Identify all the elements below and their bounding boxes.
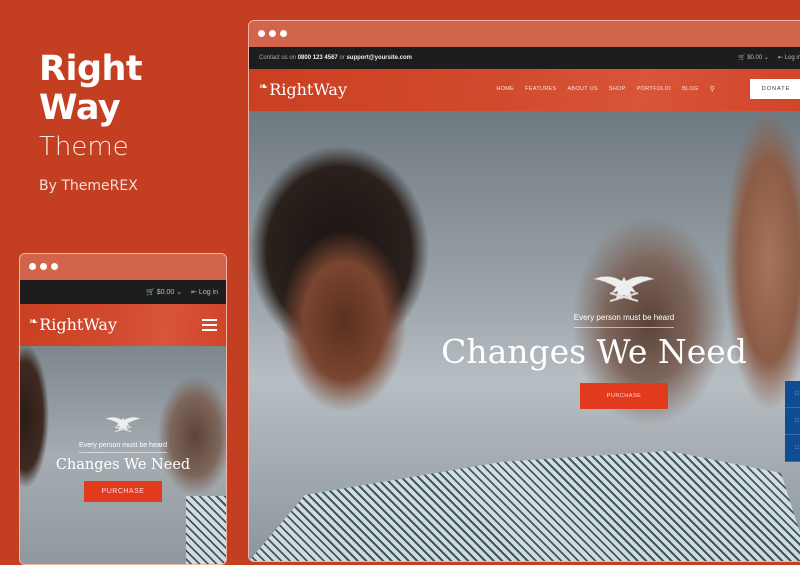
site-logo[interactable]: ❧RightWay xyxy=(259,80,347,99)
login-link[interactable]: ⇤ Log in xyxy=(778,54,800,61)
side-tool-button[interactable]: □ xyxy=(785,408,800,435)
logo-text: RightWay xyxy=(39,315,117,334)
hero-tagline: Every person must be heard xyxy=(79,442,167,453)
window-dots xyxy=(29,263,58,270)
contact-info: Contact us on 0800 123 4567 or support@y… xyxy=(259,55,412,61)
hero-section: Every person must be heard Changes We Ne… xyxy=(20,346,226,564)
cart-link[interactable]: 🛒 $0.00 ⌄ xyxy=(146,288,182,296)
main-nav: HOME FEATURES ABOUT US SHOP PORTFOLIO BL… xyxy=(496,86,715,93)
hero-photo-shirt xyxy=(249,451,800,561)
nav-features[interactable]: FEATURES xyxy=(525,86,556,93)
window-titlebar xyxy=(249,21,800,47)
mobile-preview-window: 🛒 $0.00 ⌄ ⇤ Log in ❧RightWay Every perso… xyxy=(19,253,227,565)
eagle-logo-icon: ❧ xyxy=(29,315,39,328)
side-tool-button[interactable]: □ xyxy=(785,381,800,408)
nav-portfolio[interactable]: PORTFOLIO xyxy=(637,86,671,93)
side-toolbar: □ □ □ xyxy=(785,381,800,462)
login-label: Log in xyxy=(784,55,800,61)
login-icon: ⇤ xyxy=(777,55,783,61)
logo-text: RightWay xyxy=(269,80,347,99)
window-titlebar xyxy=(20,254,226,280)
hero-headline: Changes We Need xyxy=(441,332,747,371)
cart-icon: 🛒 xyxy=(738,55,746,61)
top-contact-bar: Contact us on 0800 123 4567 or support@y… xyxy=(249,47,800,69)
eagle-emblem-icon xyxy=(593,276,655,302)
hero-section: Every person must be heard Changes We Ne… xyxy=(249,111,800,561)
side-tool-button[interactable]: □ xyxy=(785,435,800,462)
site-header: ❧RightWay xyxy=(20,304,226,346)
promo-title-line1: Right xyxy=(39,49,143,89)
hamburger-menu-icon[interactable] xyxy=(202,319,217,334)
contact-prefix: Contact us on xyxy=(259,55,297,61)
cart-link[interactable]: 🛒 $0.00 ⌄ xyxy=(738,54,769,61)
promo-title-line2: Way xyxy=(39,88,121,128)
hero-content: Every person must be heard Changes We Ne… xyxy=(20,414,226,502)
top-contact-bar: 🛒 $0.00 ⌄ ⇤ Log in xyxy=(20,280,226,304)
contact-email[interactable]: support@yoursite.com xyxy=(346,55,412,61)
nav-home[interactable]: HOME xyxy=(496,86,514,93)
nav-about-us[interactable]: ABOUT US xyxy=(567,86,597,93)
contact-phone[interactable]: 0800 123 4567 xyxy=(298,55,338,61)
contact-or: or xyxy=(339,55,345,61)
donate-button[interactable]: DONATE xyxy=(750,79,800,99)
login-icon: ⇤ xyxy=(191,289,197,296)
login-label: Log in xyxy=(198,289,218,296)
search-icon[interactable]: ⚲ xyxy=(710,85,715,93)
eagle-emblem-icon xyxy=(104,417,142,433)
desktop-preview-window: Contact us on 0800 123 4567 or support@y… xyxy=(248,20,800,562)
site-header: ❧RightWay HOME FEATURES ABOUT US SHOP PO… xyxy=(249,69,800,111)
hero-photo-shirt xyxy=(186,496,226,564)
hero-tagline: Every person must be heard xyxy=(573,313,675,328)
nav-shop[interactable]: SHOP xyxy=(609,86,626,93)
hero-headline: Changes We Need xyxy=(55,457,191,473)
login-link[interactable]: ⇤ Log in xyxy=(191,288,218,296)
site-logo[interactable]: ❧RightWay xyxy=(29,315,117,334)
nav-blog[interactable]: BLOG xyxy=(682,86,698,93)
promo-block: Right Way Theme By ThemeREX xyxy=(39,49,143,195)
promo-author: By ThemeREX xyxy=(39,178,138,194)
purchase-button[interactable]: PURCHASE xyxy=(84,481,162,502)
window-dots xyxy=(258,30,287,37)
cart-total: $0.00 xyxy=(747,55,763,61)
purchase-button[interactable]: PURCHASE xyxy=(580,383,668,409)
chevron-down-icon: ⌄ xyxy=(176,289,183,296)
eagle-logo-icon: ❧ xyxy=(259,80,269,93)
cart-total: $0.00 xyxy=(156,289,175,296)
hero-content: Every person must be heard Changes We Ne… xyxy=(441,271,769,409)
promo-subtitle: Theme xyxy=(39,132,129,162)
chevron-down-icon: ⌄ xyxy=(763,55,769,61)
cart-icon: 🛒 xyxy=(146,289,155,296)
